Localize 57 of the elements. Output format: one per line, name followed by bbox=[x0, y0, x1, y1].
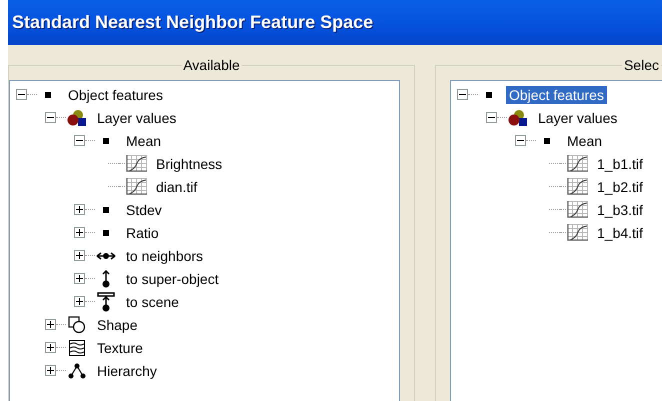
graph-icon bbox=[126, 155, 146, 172]
tree-item[interactable]: Mean bbox=[123, 132, 164, 150]
expander-button[interactable] bbox=[16, 89, 27, 100]
tree-item[interactable]: Layer values bbox=[535, 108, 620, 126]
square-bullet-icon bbox=[103, 138, 109, 144]
expander-button[interactable] bbox=[74, 296, 85, 307]
expander-button[interactable] bbox=[74, 250, 85, 261]
expander-button[interactable] bbox=[74, 204, 85, 215]
group-title: Selec bbox=[622, 57, 661, 73]
scene-link-icon bbox=[97, 292, 115, 312]
expander-button[interactable] bbox=[45, 365, 56, 376]
tree-item[interactable]: Object features bbox=[65, 86, 166, 104]
expander-button[interactable] bbox=[45, 319, 56, 330]
square-bullet-icon bbox=[486, 92, 492, 98]
tree-item[interactable]: 1_b2.tif bbox=[594, 178, 646, 196]
tree-item[interactable]: Texture bbox=[94, 338, 146, 356]
tree-item[interactable]: 1_b4.tif bbox=[594, 224, 646, 242]
up-arrow-icon bbox=[101, 270, 111, 288]
tree-item[interactable]: Stdev bbox=[123, 200, 165, 218]
expander-button[interactable] bbox=[74, 135, 85, 146]
tree-item[interactable]: Mean bbox=[564, 132, 606, 150]
tree-item[interactable]: 1_b1.tif bbox=[594, 154, 646, 172]
square-bullet-icon bbox=[544, 138, 550, 144]
expander-button[interactable] bbox=[515, 135, 526, 146]
graph-icon bbox=[566, 178, 588, 195]
hierarchy-icon bbox=[68, 362, 86, 378]
window-title: Standard Nearest Neighbor Feature Space bbox=[12, 12, 374, 33]
double-arrow-icon bbox=[96, 250, 116, 260]
layers-icon bbox=[508, 110, 528, 126]
tree-item[interactable]: Hierarchy bbox=[94, 362, 160, 380]
tree-item[interactable]: Shape bbox=[94, 316, 140, 334]
graph-icon bbox=[566, 201, 588, 218]
expander-button[interactable] bbox=[457, 89, 468, 100]
square-bullet-icon bbox=[103, 230, 109, 236]
layers-icon bbox=[67, 110, 87, 126]
tree-item[interactable]: Brightness bbox=[153, 154, 226, 172]
square-bullet-icon bbox=[45, 92, 51, 98]
expander-button[interactable] bbox=[45, 342, 56, 353]
shapes-icon bbox=[68, 316, 86, 334]
tree-item[interactable]: dian.tif bbox=[153, 178, 200, 196]
group-title: Available bbox=[181, 57, 242, 73]
tree-item[interactable]: to neighbors bbox=[123, 246, 206, 264]
tree-item[interactable]: to super-object bbox=[123, 270, 222, 288]
texture-icon bbox=[69, 340, 85, 356]
tree-item[interactable]: Object features bbox=[506, 86, 607, 104]
square-bullet-icon bbox=[103, 206, 109, 212]
tree-item[interactable]: to scene bbox=[123, 292, 182, 310]
expander-button[interactable] bbox=[74, 273, 85, 284]
tree-item[interactable]: Layer values bbox=[94, 108, 180, 126]
expander-button[interactable] bbox=[45, 112, 56, 123]
expander-button[interactable] bbox=[74, 227, 85, 238]
graph-icon bbox=[566, 224, 588, 241]
tree-item[interactable]: Ratio bbox=[123, 224, 162, 242]
tree-item[interactable]: 1_b3.tif bbox=[594, 200, 646, 218]
expander-button[interactable] bbox=[486, 112, 497, 123]
graph-icon bbox=[126, 178, 146, 195]
graph-icon bbox=[566, 155, 588, 172]
